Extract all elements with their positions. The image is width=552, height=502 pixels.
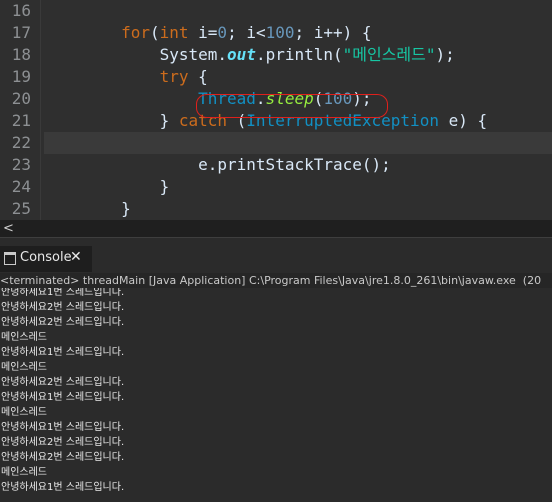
line-number-gutter: 16 17 18 19 20 21 22 23 24 25 — [0, 0, 41, 220]
console-output-line: 안녕하세요2번 스레드입니다. — [1, 302, 125, 313]
code-token: ; i++) { — [294, 23, 372, 42]
code-token: } — [44, 177, 170, 196]
console-output-line: 안녕하세요1번 스레드입니다. — [1, 347, 125, 358]
line-number: 21 — [11, 111, 31, 130]
horizontal-scrollbar[interactable]: < — [0, 220, 552, 237]
console-output-line: 안녕하세요1번 스레드입니다. — [1, 482, 125, 493]
code-token: } — [44, 199, 131, 218]
tab-console[interactable]: Console ✕ — [0, 246, 92, 272]
code-token: .println( — [255, 45, 343, 64]
code-line[interactable]: } — [44, 176, 552, 198]
code-token: ; i< — [227, 23, 266, 42]
line-number: 23 — [11, 155, 31, 174]
console-output-line: 메인스레드 — [1, 407, 47, 418]
code-line[interactable] — [44, 0, 552, 22]
console-tab-label: Console — [20, 250, 72, 265]
console-output-line: 안녕하세요1번 스레드입니다. — [1, 288, 125, 298]
code-token: e) { — [438, 111, 488, 130]
code-token: for — [121, 23, 150, 42]
console-output-line: 메인스레드 — [1, 467, 47, 478]
code-token: e.printStackTrace(); — [44, 155, 391, 174]
code-token: "메인스레드" — [342, 45, 436, 64]
line-number: 20 — [11, 89, 31, 108]
line-number: 19 — [11, 67, 31, 86]
line-number: 25 — [11, 199, 31, 218]
red-annotation-circle — [196, 94, 388, 118]
console-output[interactable]: 안녕하세요1번 스레드입니다. 안녕하세요2번 스레드입니다. 안녕하세요2번 스레… — [0, 288, 552, 502]
code-token: ( — [149, 23, 160, 42]
code-line[interactable]: try { — [44, 66, 552, 88]
scroll-left-arrow-icon[interactable]: < — [3, 220, 14, 237]
code-editor[interactable]: 16 17 18 19 20 21 22 23 24 25 for(int i=0; i<100;… — [0, 0, 552, 220]
code-token: 0 — [217, 23, 228, 42]
code-token: } — [44, 111, 179, 130]
code-token: System. — [44, 45, 228, 64]
code-token: 100 — [265, 23, 295, 42]
console-tab-bar: Console ✕ — [0, 237, 552, 274]
line-number: 16 — [11, 1, 31, 20]
console-output-line: 안녕하세요1번 스레드입니다. — [1, 392, 125, 403]
console-output-line: 안녕하세요2번 스레드입니다. — [1, 377, 125, 388]
console-output-line: 메인스레드 — [1, 332, 47, 343]
line-number: 18 — [11, 45, 31, 64]
code-token: { — [188, 67, 208, 86]
code-token: ); — [435, 45, 455, 64]
console-output-line: 안녕하세요2번 스레드입니다. — [1, 317, 125, 328]
code-line[interactable]: for(int i=0; i<100; i++) { — [44, 22, 552, 44]
console-output-line: 안녕하세요1번 스레드입니다. — [1, 422, 125, 433]
code-token: try — [159, 67, 189, 86]
code-line[interactable]: } — [44, 198, 552, 220]
code-token: i= — [188, 23, 218, 42]
line-number: 17 — [11, 23, 31, 42]
code-line[interactable] — [44, 132, 552, 154]
line-number: 22 — [11, 133, 31, 152]
console-output-line: 안녕하세요2번 스레드입니다. — [1, 437, 125, 448]
console-output-line: 안녕하세요2번 스레드입니다. — [1, 452, 125, 463]
code-token: out — [227, 45, 256, 64]
close-icon[interactable]: ✕ — [70, 249, 82, 265]
console-output-line: 메인스레드 — [1, 362, 47, 373]
console-monitor-icon — [4, 252, 16, 265]
code-token: int — [159, 23, 189, 42]
code-line[interactable]: e.printStackTrace(); — [44, 154, 552, 176]
line-number: 24 — [11, 177, 31, 196]
code-line[interactable]: System.out.println("메인스레드"); — [44, 44, 552, 66]
